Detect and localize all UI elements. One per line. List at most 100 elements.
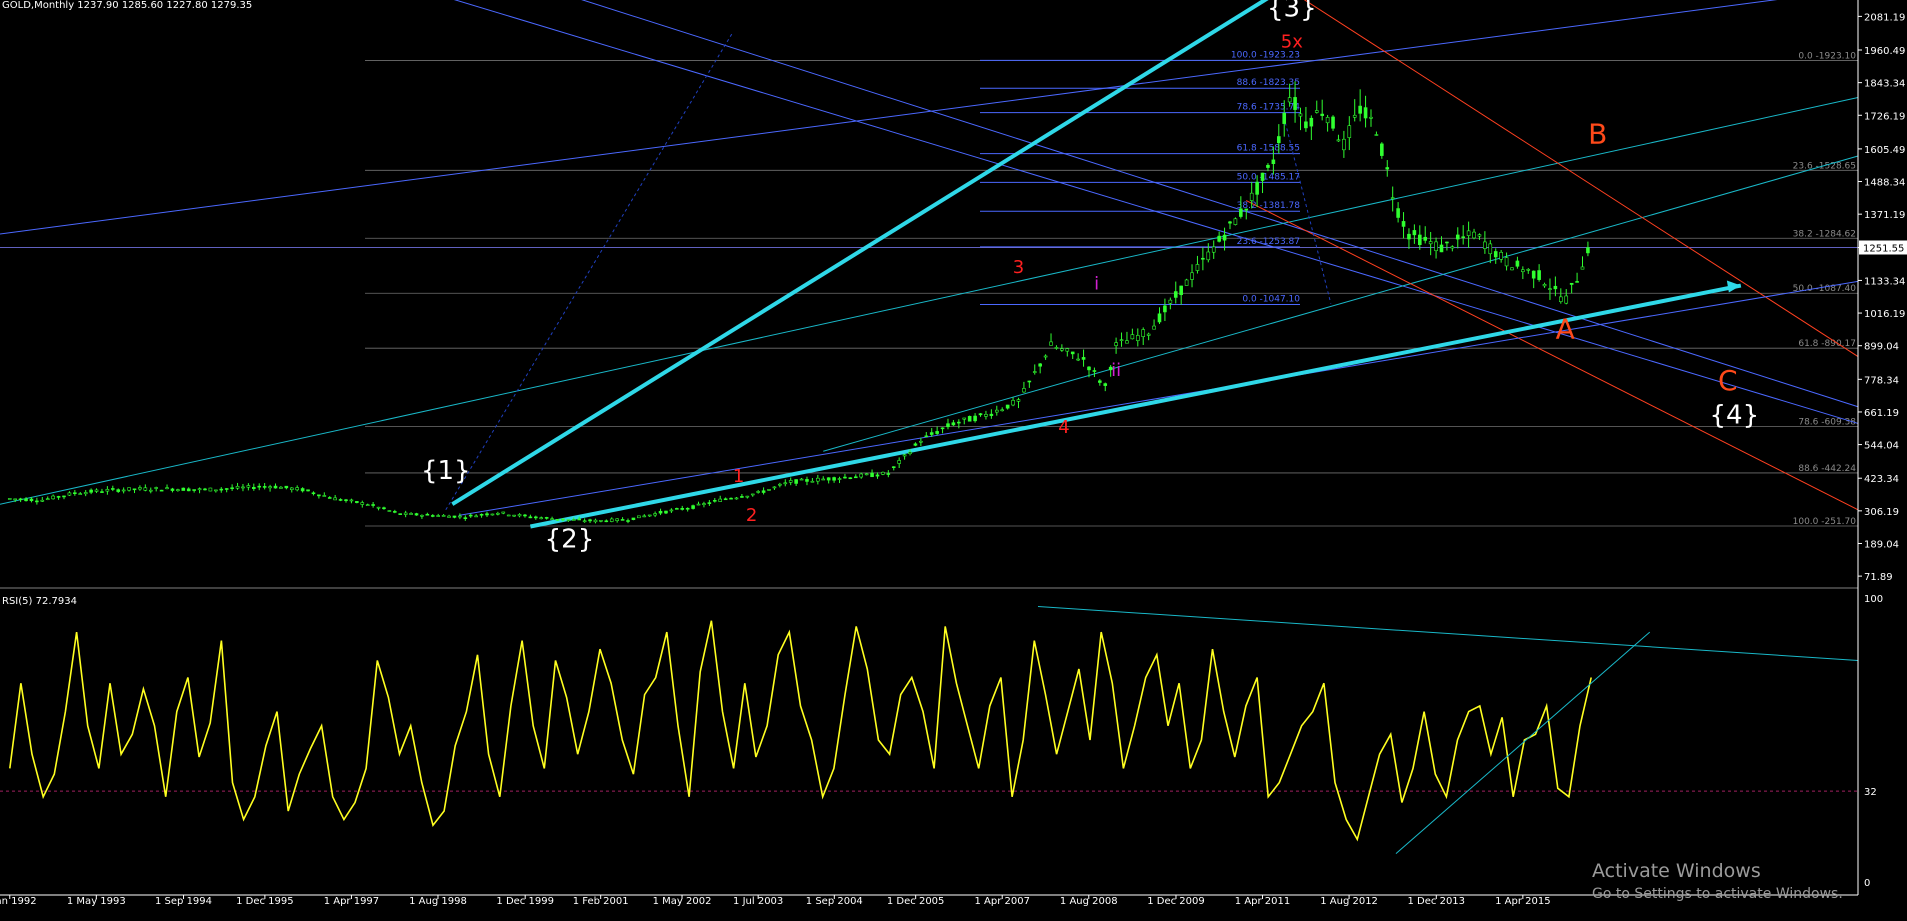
candle-body[interactable] xyxy=(1016,399,1021,402)
candle-body[interactable] xyxy=(1434,241,1438,252)
candle-body[interactable] xyxy=(1320,113,1324,116)
candle-body[interactable] xyxy=(1396,208,1400,218)
candle-body[interactable] xyxy=(1521,269,1525,273)
candle-body[interactable] xyxy=(1325,117,1330,124)
candle-body[interactable] xyxy=(1407,233,1411,240)
candle-body[interactable] xyxy=(300,488,305,492)
candle-body[interactable] xyxy=(447,515,451,518)
candle-body[interactable] xyxy=(409,513,413,515)
candle-body[interactable] xyxy=(1011,400,1015,406)
candle-body[interactable] xyxy=(1114,342,1118,346)
candle-body[interactable] xyxy=(561,518,565,521)
candle-body[interactable] xyxy=(317,494,321,497)
candle-body[interactable] xyxy=(1005,404,1010,409)
candle-body[interactable] xyxy=(333,497,337,501)
candle-body[interactable] xyxy=(425,513,430,516)
candle-body[interactable] xyxy=(463,517,468,519)
trend-line[interactable] xyxy=(0,0,1858,235)
candle-body[interactable] xyxy=(821,478,826,481)
candle-body[interactable] xyxy=(1336,139,1341,142)
candle-body[interactable] xyxy=(1081,357,1086,360)
candle-body[interactable] xyxy=(1060,348,1064,351)
candle-body[interactable] xyxy=(637,515,641,519)
candle-body[interactable] xyxy=(1152,325,1156,330)
candle-body[interactable] xyxy=(571,519,576,521)
candle-body[interactable] xyxy=(1038,363,1042,367)
candle-body[interactable] xyxy=(13,498,17,501)
candle-body[interactable] xyxy=(1092,370,1097,372)
candle-body[interactable] xyxy=(24,498,28,502)
candle-body[interactable] xyxy=(962,417,967,420)
candle-body[interactable] xyxy=(740,496,744,498)
candle-body[interactable] xyxy=(138,487,142,490)
candle-body[interactable] xyxy=(349,499,354,502)
candle-body[interactable] xyxy=(18,498,23,501)
candle-body[interactable] xyxy=(1141,329,1146,337)
chart-canvas[interactable]: 0.0 -1923.10 23.6 -1528.65 38.2 -1284.62 50… xyxy=(0,0,1907,917)
candle-body[interactable] xyxy=(691,505,695,509)
candle-body[interactable] xyxy=(376,506,381,509)
candle-body[interactable] xyxy=(7,498,12,500)
candle-body[interactable] xyxy=(1276,136,1281,144)
candle-body[interactable] xyxy=(165,487,169,490)
candle-body[interactable] xyxy=(235,485,240,489)
candle-body[interactable] xyxy=(1526,269,1531,271)
candle-body[interactable] xyxy=(859,473,864,478)
candle-body[interactable] xyxy=(626,520,630,522)
candle-body[interactable] xyxy=(219,488,224,491)
candle-body[interactable] xyxy=(1385,167,1390,170)
candle-body[interactable] xyxy=(902,454,907,457)
candle-body[interactable] xyxy=(1488,243,1493,255)
candle-body[interactable] xyxy=(382,507,386,510)
candle-body[interactable] xyxy=(1374,134,1379,136)
candle-body[interactable] xyxy=(577,518,582,521)
candle-body[interactable] xyxy=(1401,221,1406,227)
candle-body[interactable] xyxy=(35,500,39,503)
candle-body[interactable] xyxy=(599,520,603,522)
candle-body[interactable] xyxy=(1217,235,1221,242)
candle-body[interactable] xyxy=(750,493,755,496)
candle-body[interactable] xyxy=(1282,112,1287,124)
candle-body[interactable] xyxy=(658,510,663,514)
candle-body[interactable] xyxy=(799,478,804,481)
candle-body[interactable] xyxy=(919,440,923,443)
candle-body[interactable] xyxy=(973,415,977,422)
candle-body[interactable] xyxy=(1483,241,1487,249)
candle-body[interactable] xyxy=(593,519,598,523)
candle-body[interactable] xyxy=(452,515,457,518)
candle-body[interactable] xyxy=(441,515,446,517)
candle-body[interactable] xyxy=(1298,113,1303,117)
candle-body[interactable] xyxy=(1445,241,1449,244)
candle-body[interactable] xyxy=(1233,218,1238,225)
candle-body[interactable] xyxy=(1260,172,1265,181)
candle-body[interactable] xyxy=(588,519,592,522)
candle-body[interactable] xyxy=(311,492,316,495)
candle-body[interactable] xyxy=(1304,121,1308,129)
candle-body[interactable] xyxy=(1087,366,1091,371)
candle-body[interactable] xyxy=(1450,246,1455,249)
candle-body[interactable] xyxy=(170,488,175,491)
candle-body[interactable] xyxy=(1504,257,1509,267)
candle-body[interactable] xyxy=(1380,143,1384,156)
candle-body[interactable] xyxy=(680,508,685,510)
candle-body[interactable] xyxy=(783,482,788,485)
candle-body[interactable] xyxy=(1032,371,1037,373)
candle-body[interactable] xyxy=(582,520,587,523)
candle-body[interactable] xyxy=(913,443,918,446)
candle-body[interactable] xyxy=(1537,270,1541,280)
candle-body[interactable] xyxy=(886,473,891,475)
rsi-pane[interactable]: 100 32 0 xyxy=(0,594,1883,889)
candle-body[interactable] xyxy=(843,476,847,479)
candle-body[interactable] xyxy=(712,500,717,502)
candle-body[interactable] xyxy=(675,508,679,510)
candle-body[interactable] xyxy=(414,513,419,516)
candle-body[interactable] xyxy=(127,487,131,491)
candle-body[interactable] xyxy=(816,477,820,482)
candle-body[interactable] xyxy=(56,496,61,498)
candle-body[interactable] xyxy=(826,477,831,481)
candle-body[interactable] xyxy=(517,514,522,517)
candle-body[interactable] xyxy=(832,477,836,481)
candle-body[interactable] xyxy=(1239,208,1243,217)
candle-body[interactable] xyxy=(67,492,72,496)
candle-body[interactable] xyxy=(664,510,668,514)
